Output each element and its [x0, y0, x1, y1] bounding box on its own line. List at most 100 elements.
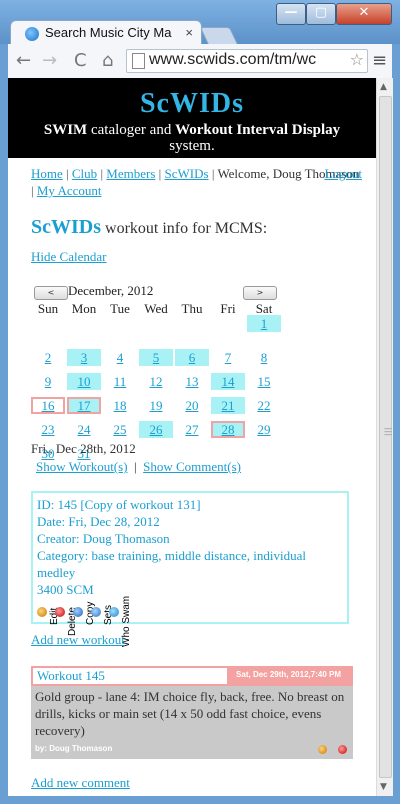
url-text: www.scwids.com/tm/wc	[149, 51, 317, 68]
calendar-day[interactable]: 12	[139, 373, 173, 390]
nav-home-link[interactable]: Home	[31, 166, 63, 181]
calendar-day[interactable]: 6	[175, 349, 209, 366]
calendar-day[interactable]: 7	[211, 349, 245, 366]
calendar-day-link[interactable]: 7	[225, 350, 232, 365]
page-viewport: ScWIDs SWIM cataloger and Workout Interv…	[8, 78, 376, 796]
maximize-button[interactable]: ▢	[306, 3, 336, 25]
calendar-day-link[interactable]: 4	[117, 350, 124, 365]
calendar-day-link[interactable]: 8	[261, 350, 268, 365]
nav-club-link[interactable]: Club	[72, 166, 97, 181]
new-tab-button[interactable]	[199, 27, 239, 45]
calendar-day-link[interactable]: 19	[150, 398, 163, 413]
edit-icon[interactable]	[37, 607, 47, 617]
nav-members-link[interactable]: Members	[106, 166, 155, 181]
calendar-day[interactable]: 2	[31, 349, 65, 366]
calendar-day-link[interactable]: 26	[150, 422, 163, 437]
scroll-up-icon[interactable]: ▲	[380, 82, 387, 92]
calendar-day-link[interactable]: 27	[186, 422, 199, 437]
scroll-down-icon[interactable]: ▼	[380, 782, 387, 792]
my-account-link[interactable]: My Account	[37, 183, 102, 198]
calendar-day[interactable]: 29	[247, 421, 281, 438]
minimize-button[interactable]: —	[276, 3, 306, 25]
calendar-day[interactable]: 23	[31, 421, 65, 438]
reload-icon[interactable]: C	[74, 50, 87, 71]
calendar-day[interactable]: 27	[175, 421, 209, 438]
calendar-day[interactable]: 19	[139, 397, 173, 414]
calendar-day-link[interactable]: 1	[261, 316, 268, 331]
add-new-workout-link[interactable]: Add new workout	[31, 632, 125, 648]
calendar-day-link[interactable]: 2	[45, 350, 52, 365]
tab-close-icon[interactable]: ×	[185, 25, 193, 40]
address-bar[interactable]: www.scwids.com/tm/wc ☆	[126, 49, 368, 73]
comment-edit-icon[interactable]	[318, 745, 327, 754]
delete-icon[interactable]	[55, 607, 65, 617]
calendar-day[interactable]: 11	[103, 373, 137, 390]
hide-calendar-link[interactable]: Hide Calendar	[31, 249, 106, 265]
calendar-day[interactable]: 24	[67, 421, 101, 438]
calendar-day-link[interactable]: 10	[78, 374, 91, 389]
calendar-day[interactable]: 28	[211, 421, 245, 438]
calendar-day-link[interactable]: 3	[81, 350, 88, 365]
calendar-day-link[interactable]: 12	[150, 374, 163, 389]
add-new-comment-link[interactable]: Add new comment	[31, 775, 130, 791]
calendar-day-link[interactable]: 14	[222, 374, 235, 389]
calendar-day[interactable]: 21	[211, 397, 245, 414]
logout-link[interactable]: Logout	[324, 165, 362, 182]
calendar-day[interactable]: 10	[67, 373, 101, 390]
calendar-day[interactable]: 13	[175, 373, 209, 390]
comment-box: Workout 145 Sat, Dec 29th, 2012,7:40 PM …	[31, 666, 353, 759]
calendar-day[interactable]: 5	[139, 349, 173, 366]
comment-delete-icon[interactable]	[338, 745, 347, 754]
tagline-swim: SWIM	[43, 122, 88, 138]
back-icon[interactable]: ←	[16, 50, 31, 71]
next-month-button[interactable]: >	[243, 286, 277, 300]
calendar-day[interactable]: 15	[247, 373, 281, 390]
calendar-day[interactable]: 3	[67, 349, 101, 366]
bookmark-star-icon[interactable]: ☆	[350, 50, 364, 69]
calendar-day-link[interactable]: 17	[78, 398, 91, 413]
calendar-day-link[interactable]: 15	[258, 374, 271, 389]
show-comments-link[interactable]: Show Comment(s)	[143, 459, 241, 474]
browser-tab[interactable]: Search Music City Ma ×	[10, 20, 202, 47]
calendar-day-link[interactable]: 9	[45, 374, 52, 389]
sets-icon[interactable]	[91, 607, 101, 617]
who-swam-icon[interactable]	[109, 607, 119, 617]
calendar-day-link[interactable]: 16	[42, 398, 55, 413]
nav-scwids-link[interactable]: ScWIDs	[165, 166, 209, 181]
calendar-day[interactable]: 4	[103, 349, 137, 366]
calendar-day-link[interactable]: 6	[189, 350, 196, 365]
calendar-day-link[interactable]: 22	[258, 398, 271, 413]
calendar-day[interactable]: 22	[247, 397, 281, 414]
calendar-day-link[interactable]: 21	[222, 398, 235, 413]
calendar-day-link[interactable]: 13	[186, 374, 199, 389]
calendar-day[interactable]: 9	[31, 373, 65, 390]
calendar-day-link[interactable]: 24	[78, 422, 91, 437]
calendar-day-link[interactable]: 20	[186, 398, 199, 413]
calendar-day-link[interactable]: 18	[114, 398, 127, 413]
menu-icon[interactable]: ≡	[372, 50, 387, 71]
calendar-day-link[interactable]: 28	[222, 422, 235, 437]
calendar-day[interactable]: 17	[67, 397, 101, 414]
calendar-day-link[interactable]: 29	[258, 422, 271, 437]
forward-icon[interactable]: →	[42, 50, 57, 71]
calendar-day[interactable]: 25	[103, 421, 137, 438]
prev-month-button[interactable]: <	[34, 286, 68, 300]
calendar-day[interactable]: 26	[139, 421, 173, 438]
calendar-day[interactable]: 18	[103, 397, 137, 414]
close-window-button[interactable]: ✕	[336, 3, 392, 25]
vertical-scrollbar[interactable]: ▲ — — — ▼	[376, 78, 393, 796]
calendar-day[interactable]: 14	[211, 373, 245, 390]
calendar-day[interactable]: 1	[247, 315, 281, 332]
calendar-day[interactable]: 16	[31, 397, 65, 414]
calendar-day-link[interactable]: 11	[114, 374, 127, 389]
calendar-day-link[interactable]: 5	[153, 350, 160, 365]
calendar-day-link[interactable]: 25	[114, 422, 127, 437]
copy-icon[interactable]	[73, 607, 83, 617]
show-workouts-link[interactable]: Show Workout(s)	[36, 459, 128, 474]
home-icon[interactable]: ⌂	[102, 50, 113, 71]
tagline-wid: Workout Interval Display	[175, 122, 341, 138]
scroll-thumb[interactable]: — — —	[379, 96, 392, 778]
calendar-day[interactable]: 20	[175, 397, 209, 414]
calendar-day-link[interactable]: 23	[42, 422, 55, 437]
calendar-day[interactable]: 8	[247, 349, 281, 366]
